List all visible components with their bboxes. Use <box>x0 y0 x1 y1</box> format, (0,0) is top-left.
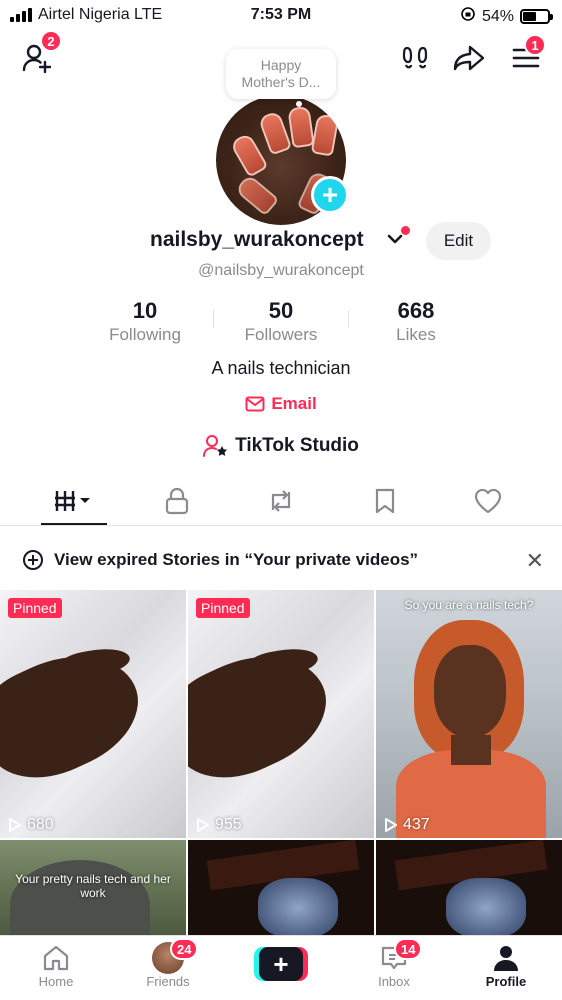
followers-label: Followers <box>244 325 318 344</box>
likes-stat[interactable]: 668 Likes <box>356 298 476 345</box>
friends-badge: 24 <box>170 938 199 960</box>
divider <box>348 310 349 328</box>
tab-favorites[interactable] <box>352 478 418 524</box>
creator-studio-icon <box>203 435 228 457</box>
close-icon[interactable]: ✕ <box>526 548 544 574</box>
display-name: nailsby_wurakoncept <box>150 228 364 251</box>
pinned-badge: Pinned <box>8 598 62 618</box>
nav-inbox-label: Inbox <box>378 974 410 989</box>
bookmark-icon <box>375 488 395 514</box>
video-caption: So you are a nails tech? <box>404 598 534 612</box>
lock-icon <box>165 487 189 515</box>
footprint-button[interactable] <box>398 40 434 76</box>
notification-dot <box>401 226 410 235</box>
nav-home[interactable]: Home <box>16 942 96 989</box>
view-count: 680 <box>8 816 54 834</box>
tiktok-studio-link[interactable]: TikTok Studio <box>0 434 562 458</box>
repost-icon <box>271 490 291 512</box>
tab-liked[interactable] <box>455 478 521 524</box>
edit-profile-button[interactable]: Edit <box>426 222 491 260</box>
video-thumbnail[interactable]: So you are a nails tech? 437 <box>376 590 562 838</box>
stats-row: 10 Following 50 Followers 668 Likes <box>0 298 562 348</box>
likes-label: Likes <box>396 325 436 344</box>
add-friend-button[interactable]: 2 <box>18 30 62 76</box>
following-stat[interactable]: 10 Following <box>85 298 205 345</box>
footprint-icon <box>402 46 428 69</box>
view-count: 955 <box>196 816 242 834</box>
account-switch-chevron-icon[interactable] <box>387 232 403 251</box>
content-tabs <box>0 478 562 526</box>
video-thumbnail[interactable]: Your pretty nails tech and her work <box>0 840 186 935</box>
note-text: Happy Mother's D... <box>241 57 321 90</box>
inbox-badge: 14 <box>394 938 423 960</box>
email-label: Email <box>271 394 317 413</box>
mail-icon <box>245 396 265 412</box>
status-bar: Airtel Nigeria LTE 7:53 PM 54% <box>0 0 562 30</box>
menu-badge: 1 <box>524 34 546 56</box>
nav-friends[interactable]: Friends 24 <box>128 938 208 989</box>
video-caption: Your pretty nails tech and her work <box>15 872 171 900</box>
nav-profile[interactable]: Profile <box>466 942 546 989</box>
nav-home-label: Home <box>38 974 74 989</box>
video-thumbnail[interactable] <box>188 840 374 935</box>
video-thumbnail[interactable]: Pinned 955 <box>188 590 374 838</box>
studio-label: TikTok Studio <box>235 435 359 456</box>
play-icon <box>385 818 397 832</box>
add-story-button[interactable]: + <box>311 176 349 214</box>
nav-inbox[interactable]: Inbox 14 <box>354 938 434 989</box>
add-square-icon <box>23 550 43 570</box>
orientation-lock-icon <box>460 6 476 27</box>
following-label: Following <box>109 325 181 344</box>
note-bubble[interactable]: Happy Mother's D... <box>226 49 336 107</box>
bio-text: A nails technician <box>211 358 351 378</box>
heart-icon <box>474 488 502 514</box>
tab-reposts[interactable] <box>248 478 314 524</box>
following-count: 10 <box>132 298 158 323</box>
profile-icon <box>494 946 518 971</box>
followers-count: 50 <box>268 298 294 323</box>
video-thumbnail[interactable]: Pinned 680 <box>0 590 186 838</box>
play-icon <box>9 818 21 832</box>
battery-percent: 54% <box>481 7 514 25</box>
video-thumbnail[interactable] <box>376 840 562 935</box>
divider <box>213 310 214 328</box>
create-button[interactable]: + <box>254 947 308 981</box>
menu-button[interactable]: 1 <box>506 34 546 76</box>
plus-icon: + <box>259 947 303 981</box>
pinned-badge: Pinned <box>196 598 250 618</box>
plus-icon: + <box>321 179 339 210</box>
likes-count: 668 <box>397 298 435 323</box>
tab-videos[interactable] <box>41 478 107 525</box>
nav-profile-label: Profile <box>485 974 527 989</box>
tab-private[interactable] <box>144 478 210 524</box>
bottom-nav: Home Friends 24 + Inbox 14 Profile <box>0 935 562 1000</box>
expired-stories-notice[interactable]: View expired Stories in “Your private vi… <box>0 540 562 580</box>
user-handle: @nailsby_wurakoncept <box>198 262 364 279</box>
home-icon <box>43 945 69 971</box>
followers-stat[interactable]: 50 Followers <box>221 298 341 345</box>
view-count: 437 <box>384 816 430 834</box>
play-icon <box>197 818 209 832</box>
share-icon <box>453 45 485 71</box>
add-friend-badge: 2 <box>40 30 62 52</box>
share-profile-button[interactable] <box>450 40 488 76</box>
battery-icon <box>520 9 553 24</box>
nav-friends-label: Friends <box>146 974 190 989</box>
video-grid: Pinned 680 Pinned 955 So you are a nails… <box>0 590 562 935</box>
email-link[interactable]: Email <box>0 394 562 414</box>
grid-videos-icon <box>55 491 90 511</box>
notice-text: View expired Stories in “Your private vi… <box>54 550 419 569</box>
